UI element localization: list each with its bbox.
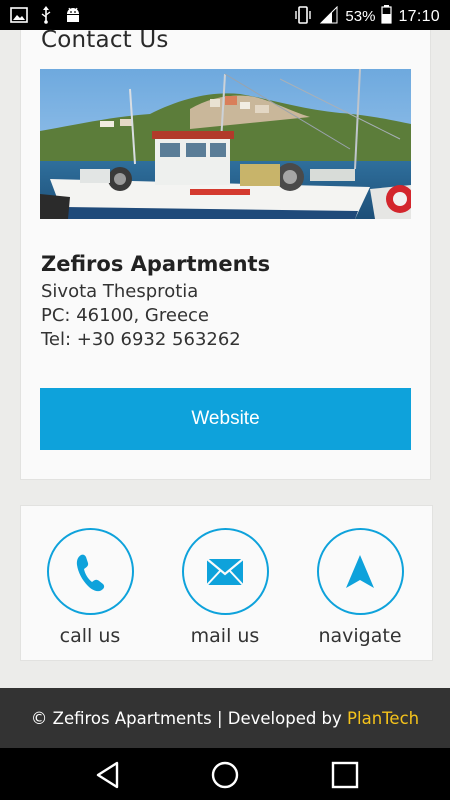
mail-us-label: mail us: [190, 625, 260, 647]
back-icon: [96, 761, 119, 789]
recent-apps-button[interactable]: [330, 760, 360, 790]
navigate-arrow-icon: [346, 554, 374, 588]
page-title: Contact Us: [41, 27, 169, 53]
actions-card: call us mail us navigate: [20, 505, 433, 661]
mail-circle[interactable]: [181, 528, 269, 615]
battery-percent: 53%: [345, 8, 376, 25]
mail-us-button[interactable]: mail us: [170, 528, 280, 647]
postal-line: PC: 46100, Greece: [41, 305, 209, 326]
home-button[interactable]: [210, 760, 240, 790]
system-nav-bar: [0, 748, 450, 800]
navigate-label: navigate: [318, 625, 402, 647]
status-bar: 53% 17:10: [0, 0, 450, 30]
website-button[interactable]: Website: [40, 388, 411, 450]
home-icon: [211, 761, 239, 789]
call-us-button[interactable]: call us: [35, 528, 145, 647]
footer: © Zefiros Apartments | Developed by Plan…: [0, 688, 450, 748]
navigate-circle[interactable]: [316, 528, 404, 615]
phone-line[interactable]: Tel: +30 6932 563262: [41, 329, 241, 350]
usb-icon: [40, 6, 52, 28]
battery-icon: [381, 5, 393, 28]
android-icon: [64, 7, 82, 27]
phone-icon: [76, 554, 105, 591]
call-circle[interactable]: [46, 528, 134, 615]
signal-icon: [319, 5, 339, 28]
navigate-button[interactable]: navigate: [305, 528, 415, 647]
mail-icon: [206, 557, 244, 586]
copyright-text: © Zefiros Apartments | Developed by: [30, 708, 348, 728]
address-line: Sivota Thesprotia: [41, 281, 199, 302]
recent-apps-icon: [331, 761, 359, 789]
clock: 17:10: [398, 7, 440, 25]
image-icon: [10, 7, 28, 27]
harbor-photo: [40, 69, 411, 219]
vibrate-icon: [293, 5, 313, 28]
call-us-label: call us: [59, 625, 121, 647]
developer-link[interactable]: PlanTech: [347, 709, 419, 728]
contact-card: Contact Us Zefiros Apartments Sivota The…: [20, 27, 431, 480]
business-name: Zefiros Apartments: [41, 252, 271, 276]
back-button[interactable]: [93, 760, 123, 790]
